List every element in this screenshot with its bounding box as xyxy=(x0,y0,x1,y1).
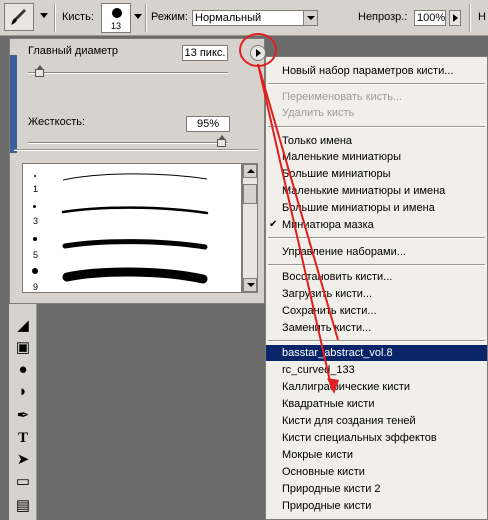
annotation-arrow xyxy=(257,63,339,394)
